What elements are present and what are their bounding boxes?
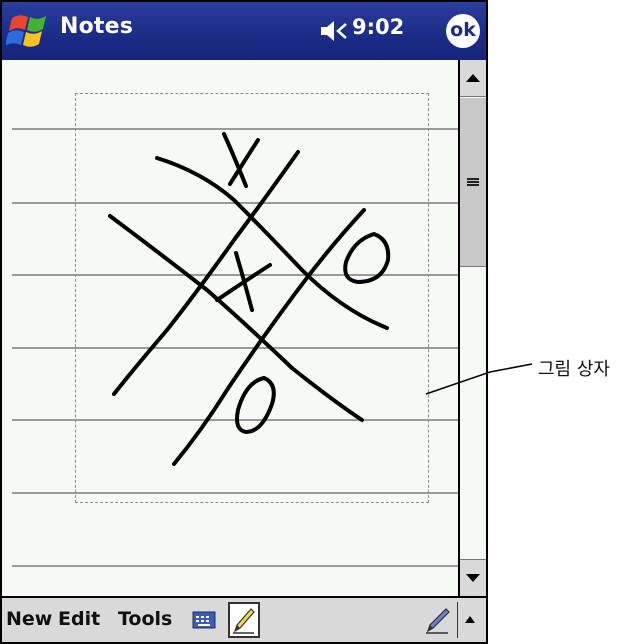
callout-leader-line (425, 363, 533, 395)
callout-label: 그림 상자 (538, 359, 610, 380)
